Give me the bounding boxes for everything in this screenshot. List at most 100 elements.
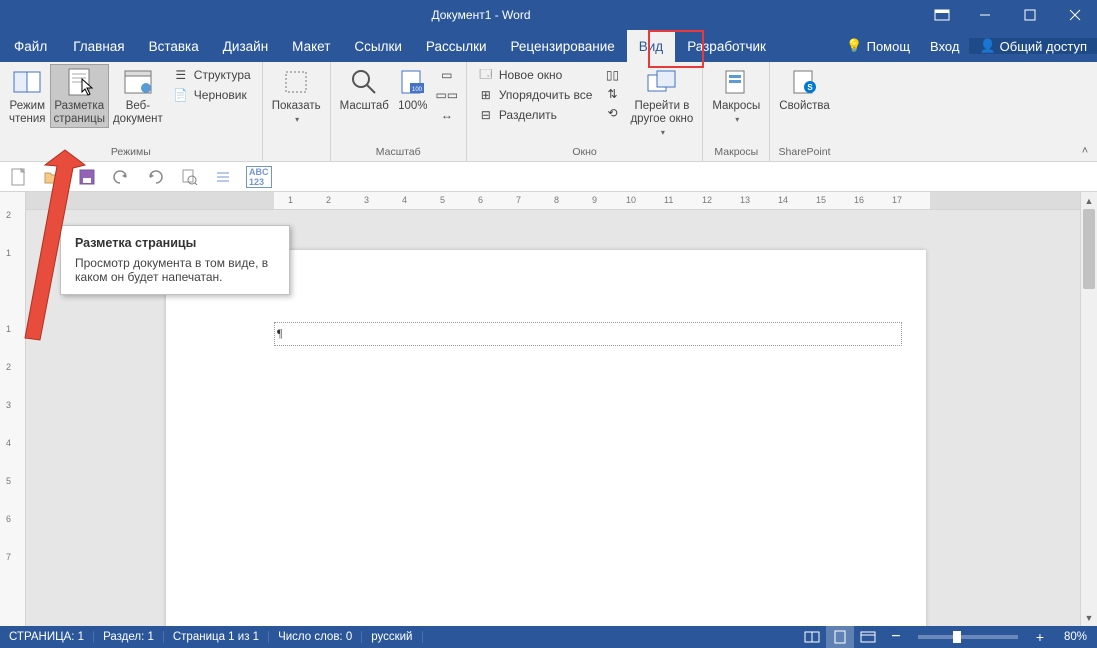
draft-icon: 📄 <box>173 87 189 103</box>
scroll-up-arrow[interactable]: ▲ <box>1081 192 1097 209</box>
help-tell-me[interactable]: 💡Помощ <box>836 38 920 54</box>
web-layout-button[interactable]: Веб- документ <box>109 64 167 128</box>
new-window-icon: 🗔 <box>478 67 494 83</box>
tab-review[interactable]: Рецензирование <box>499 30 627 62</box>
ribbon-display-options[interactable] <box>922 9 962 21</box>
qat-redo[interactable] <box>144 166 166 188</box>
zoom-out[interactable]: − <box>882 626 910 648</box>
collapse-ribbon-button[interactable]: ˄ <box>1073 62 1097 161</box>
vertical-ruler[interactable]: 2 1 1 2 3 4 5 6 7 <box>0 192 26 626</box>
split-button[interactable]: ⊟Разделить <box>476 106 595 124</box>
person-icon: 👤 <box>979 38 995 54</box>
group-label-sharepoint: SharePoint <box>775 144 834 161</box>
tooltip-title: Разметка страницы <box>75 236 275 250</box>
arrange-all-button[interactable]: ⊞Упорядочить все <box>476 86 595 104</box>
scroll-thumb[interactable] <box>1083 209 1095 289</box>
qat-undo[interactable] <box>110 166 132 188</box>
ribbon-tabs: Файл Главная Вставка Дизайн Макет Ссылки… <box>0 30 1097 62</box>
view-print-layout[interactable] <box>826 626 854 648</box>
show-icon <box>280 66 312 98</box>
minimize-button[interactable] <box>962 0 1007 30</box>
maximize-button[interactable] <box>1007 0 1052 30</box>
text-boundary: ¶ <box>274 322 902 346</box>
zoom-100-icon: 100 <box>397 66 429 98</box>
sync-scroll-button[interactable]: ⇅ <box>602 85 622 103</box>
status-page[interactable]: СТРАНИЦА: 1 <box>0 631 94 643</box>
new-window-button[interactable]: 🗔Новое окно <box>476 66 595 84</box>
group-label-window: Окно <box>472 144 698 161</box>
group-window: 🗔Новое окно ⊞Упорядочить все ⊟Разделить … <box>467 62 704 161</box>
group-sharepoint: S Свойства SharePoint <box>770 62 839 161</box>
tab-references[interactable]: Ссылки <box>342 30 414 62</box>
print-layout-button[interactable]: Разметка страницы <box>50 64 109 128</box>
share-button[interactable]: 👤Общий доступ <box>969 38 1097 54</box>
quick-access-toolbar: ABC123 <box>0 162 1097 192</box>
tooltip-print-layout: Разметка страницы Просмотр документа в т… <box>60 225 290 295</box>
group-views: Режим чтения Разметка страницы Веб- доку… <box>0 62 263 161</box>
outline-button[interactable]: ☰Структура <box>171 66 253 84</box>
page-width-button[interactable]: ↔ <box>437 106 457 124</box>
tab-developer[interactable]: Разработчик <box>675 30 778 62</box>
properties-icon: S <box>789 66 821 98</box>
tab-view[interactable]: Вид <box>627 30 675 62</box>
switch-windows-dropdown[interactable]: Перейти в другое окно <box>626 64 697 140</box>
group-label-views: Режимы <box>5 144 257 161</box>
vertical-scrollbar[interactable]: ▲ ▼ <box>1080 192 1097 626</box>
macros-dropdown[interactable]: Макросы <box>708 64 764 126</box>
group-label-macros: Макросы <box>708 144 764 161</box>
page-width-icon: ↔ <box>439 107 455 123</box>
zoom-100-button[interactable]: 100 100% <box>393 64 433 115</box>
read-mode-button[interactable]: Режим чтения <box>5 64 50 128</box>
one-page-button[interactable]: ▭ <box>437 66 457 84</box>
reset-window-icon: ⟲ <box>604 105 620 121</box>
reset-window-button[interactable]: ⟲ <box>602 104 622 122</box>
show-dropdown[interactable]: Показать <box>268 64 325 126</box>
outline-icon: ☰ <box>173 67 189 83</box>
zoom-level[interactable]: 80% <box>1054 631 1097 643</box>
qat-new-document[interactable] <box>8 166 30 188</box>
status-words[interactable]: Число слов: 0 <box>269 631 362 643</box>
svg-text:S: S <box>807 83 813 92</box>
close-button[interactable] <box>1052 0 1097 30</box>
view-side-by-side-button[interactable]: ▯▯ <box>602 66 622 84</box>
qat-spacing[interactable] <box>212 166 234 188</box>
status-language[interactable]: русский <box>362 631 422 643</box>
switch-windows-icon <box>646 66 678 98</box>
tab-mailings[interactable]: Рассылки <box>414 30 499 62</box>
qat-open[interactable] <box>42 166 64 188</box>
group-label-zoom: Масштаб <box>336 144 461 161</box>
title-bar: Документ1 - Word <box>0 0 1097 30</box>
ribbon: Режим чтения Разметка страницы Веб- доку… <box>0 62 1097 162</box>
one-page-icon: ▭ <box>439 67 455 83</box>
qat-print-preview[interactable] <box>178 166 200 188</box>
tab-home[interactable]: Главная <box>61 30 136 62</box>
status-bar: СТРАНИЦА: 1 Раздел: 1 Страница 1 из 1 Чи… <box>0 626 1097 648</box>
tab-layout[interactable]: Макет <box>280 30 342 62</box>
side-by-side-icon: ▯▯ <box>604 67 620 83</box>
status-section[interactable]: Раздел: 1 <box>94 631 164 643</box>
group-show: Показать <box>263 62 331 161</box>
group-zoom: Масштаб 100 100% ▭ ▭▭ ↔ Масштаб <box>331 62 467 161</box>
qat-spelling[interactable]: ABC123 <box>246 166 272 188</box>
view-read-mode[interactable] <box>798 626 826 648</box>
zoom-in[interactable]: + <box>1026 626 1054 648</box>
tab-insert[interactable]: Вставка <box>137 30 211 62</box>
page-1[interactable]: ¶ <box>166 250 926 626</box>
status-page-of[interactable]: Страница 1 из 1 <box>164 631 269 643</box>
tab-file[interactable]: Файл <box>0 30 61 62</box>
svg-text:100: 100 <box>412 87 423 93</box>
tab-design[interactable]: Дизайн <box>211 30 280 62</box>
scroll-down-arrow[interactable]: ▼ <box>1081 609 1097 626</box>
group-macros: Макросы Макросы <box>703 62 770 161</box>
properties-button[interactable]: S Свойства <box>775 64 834 115</box>
qat-save[interactable] <box>76 166 98 188</box>
window-title: Документ1 - Word <box>40 8 922 22</box>
signin-link[interactable]: Вход <box>920 39 969 54</box>
horizontal-ruler[interactable]: 1234567891011121314151617 <box>26 192 1080 210</box>
zoom-slider[interactable] <box>918 635 1018 639</box>
zoom-button[interactable]: Масштаб <box>336 64 393 115</box>
draft-button[interactable]: 📄Черновик <box>171 86 253 104</box>
view-web-layout[interactable] <box>854 626 882 648</box>
tooltip-body: Просмотр документа в том виде, в каком о… <box>75 256 275 284</box>
multi-page-button[interactable]: ▭▭ <box>437 86 457 104</box>
